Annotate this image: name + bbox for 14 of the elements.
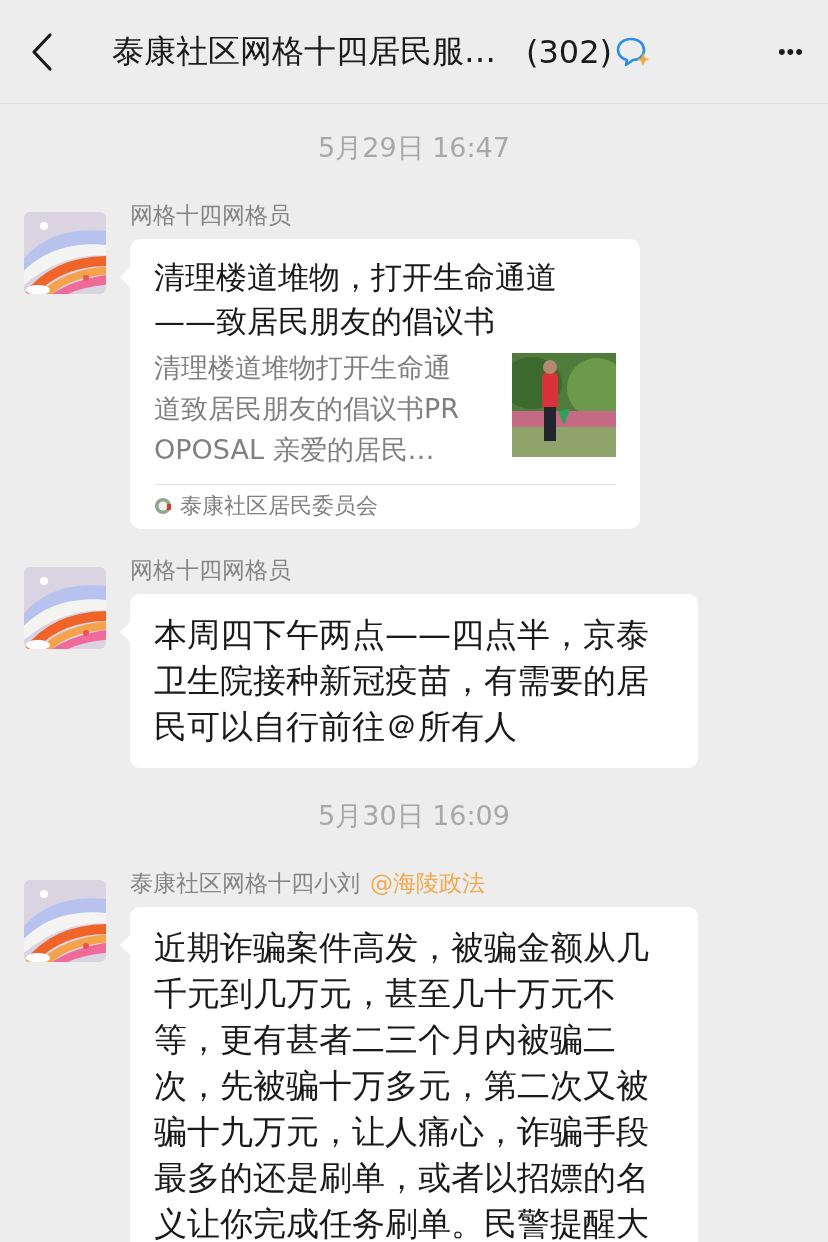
message-bubble: 本周四下午两点——四点半，京泰卫生院接种新冠疫苗，有需要的居民可以自行前往＠所有人 xyxy=(130,594,698,768)
message-bubble: 近期诈骗案件高发，被骗金额从几千元到几万元，甚至几十万元不等，更有甚者二三个月内被骗二次，先被骗十万多元，第二次又被骗十九万元，让人痛心，诈骗手段最多的还是刷单，或者以招嫖的名义让你完成任务刷单。民警提醒大 xyxy=(130,907,698,1242)
card-description: 清理楼道堆物打开生命通道致居民朋友的倡议书PROPOSAL 亲爱的居民… xyxy=(154,351,461,467)
more-button[interactable]: ••• xyxy=(777,38,804,65)
member-count: (302) xyxy=(526,32,613,71)
card-title: 清理楼道堆物，打开生命通道——致居民朋友的倡议书 xyxy=(154,258,558,341)
sender-name: 泰康社区网格十四小刘 xyxy=(130,869,360,898)
timestamp: 5月30日 16:09 xyxy=(318,799,510,833)
timestamp: 5月29日 16:47 xyxy=(318,131,510,165)
sender-name: 网格十四网格员 xyxy=(130,201,291,230)
source-name: 泰康社区居民委员会 xyxy=(180,492,378,520)
link-card[interactable]: 清理楼道堆物，打开生命通道——致居民朋友的倡议书 清理楼道堆物打开生命通道致居民朋友的倡议书PROPOSAL 亲爱的居民… 泰康社区居民委员会 xyxy=(130,239,640,529)
chat-title: 泰康社区网格十四居民服… xyxy=(112,30,496,72)
sender-name: 网格十四网格员 xyxy=(130,556,291,585)
